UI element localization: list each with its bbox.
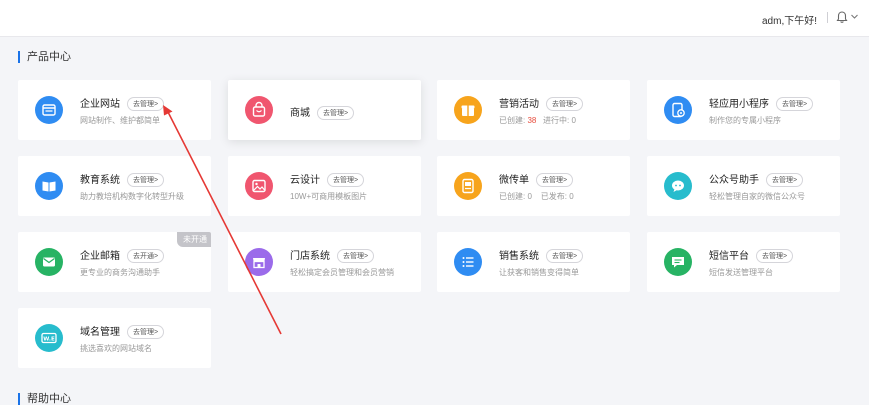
- manage-button[interactable]: 去管理>: [776, 97, 814, 111]
- wechat-icon: [664, 172, 692, 200]
- card-flyer[interactable]: 微传单 去管理> 已创建: 0 已发布: 0: [437, 156, 630, 216]
- manage-button[interactable]: 去管理>: [756, 249, 794, 263]
- website-icon: [35, 96, 63, 124]
- card-cloud-design[interactable]: 云设计 去管理> 10W+可商用模板图片: [228, 156, 421, 216]
- card-sms-platform[interactable]: 短信平台 去管理> 短信发送管理平台: [647, 232, 840, 292]
- card-title: 轻应用小程序: [709, 99, 769, 110]
- card-description: 已创建: 0 已发布: 0: [499, 192, 574, 201]
- chevron-down-icon[interactable]: [850, 12, 859, 21]
- card-title: 教育系统: [80, 175, 120, 186]
- card-description: 更专业的商务沟通助手: [80, 268, 160, 277]
- card-description: 短信发送管理平台: [709, 268, 773, 277]
- section-title-product-center: 产品中心: [18, 51, 71, 63]
- card-education[interactable]: 教育系统 去管理> 助力教培机构数字化转型升级: [18, 156, 211, 216]
- card-title: 短信平台: [709, 251, 749, 262]
- card-enterprise-mail[interactable]: 未开通 企业邮箱 去开通> 更专业的商务沟通助手: [18, 232, 211, 292]
- card-description: 制作您的专属小程序: [709, 116, 781, 125]
- card-title: 门店系统: [290, 251, 330, 262]
- manage-button[interactable]: 去管理>: [766, 173, 804, 187]
- domain-icon: W.E: [35, 324, 63, 352]
- card-wechat-assistant[interactable]: 公众号助手 去管理> 轻松管理自家的微信公众号: [647, 156, 840, 216]
- image-icon: [245, 172, 273, 200]
- card-description: 轻松搞定会员管理和会员营销: [290, 268, 394, 277]
- flyer-icon: [454, 172, 482, 200]
- manage-button[interactable]: 去管理>: [546, 249, 584, 263]
- manage-button[interactable]: 去管理>: [127, 325, 165, 339]
- section-title-help-center: 帮助中心: [18, 393, 71, 405]
- gift-icon: [454, 96, 482, 124]
- card-store-system[interactable]: 门店系统 去管理> 轻松搞定会员管理和会员营销: [228, 232, 421, 292]
- card-website[interactable]: 企业网站 去管理> 网站制作、维护都简单: [18, 80, 211, 140]
- card-title: 企业邮箱: [80, 251, 120, 262]
- topbar-divider: [827, 12, 828, 23]
- bell-icon[interactable]: [835, 10, 849, 24]
- card-description: 10W+可商用模板图片: [290, 192, 368, 201]
- card-description: 已创建: 38 进行中: 0: [499, 115, 576, 126]
- mini-program-icon: [664, 96, 692, 124]
- user-greeting[interactable]: adm,下午好!: [762, 12, 817, 27]
- manage-button[interactable]: 去管理>: [127, 97, 165, 111]
- manage-button[interactable]: 去管理>: [127, 173, 165, 187]
- card-title: 域名管理: [80, 327, 120, 338]
- card-description: 挑选喜欢的网站域名: [80, 344, 152, 353]
- card-title: 云设计: [290, 175, 320, 186]
- mail-icon: [35, 248, 63, 276]
- card-shop[interactable]: 商城 去管理>: [228, 80, 421, 140]
- sms-icon: [664, 248, 692, 276]
- top-bar: adm,下午好!: [0, 0, 869, 37]
- card-title: 营销活动: [499, 99, 539, 110]
- not-activated-badge: 未开通: [177, 232, 211, 247]
- manage-button[interactable]: 去管理>: [337, 249, 375, 263]
- store-icon: [245, 248, 273, 276]
- card-description: 网站制作、维护都简单: [80, 116, 160, 125]
- created-label: 已创建:: [499, 116, 526, 125]
- card-sales-system[interactable]: 销售系统 去管理> 让获客和销售变得简单: [437, 232, 630, 292]
- book-icon: [35, 172, 63, 200]
- list-icon: [454, 248, 482, 276]
- manage-button[interactable]: 去管理>: [536, 173, 574, 187]
- svg-text:W.E: W.E: [43, 336, 55, 342]
- manage-button[interactable]: 去管理>: [327, 173, 365, 187]
- shop-bag-icon: [245, 96, 273, 124]
- manage-button[interactable]: 去管理>: [317, 106, 355, 120]
- card-title: 微传单: [499, 175, 529, 186]
- card-marketing[interactable]: 营销活动 去管理> 已创建: 38 进行中: 0: [437, 80, 630, 140]
- card-domain-management[interactable]: W.E 域名管理 去管理> 挑选喜欢的网站域名: [18, 308, 211, 368]
- card-description: 让获客和销售变得简单: [499, 268, 579, 277]
- card-description: 助力教培机构数字化转型升级: [80, 192, 184, 201]
- card-title: 商城: [290, 108, 310, 119]
- ongoing-label: 进行中: 0: [543, 116, 576, 125]
- manage-button[interactable]: 去管理>: [546, 97, 584, 111]
- open-button[interactable]: 去开通>: [127, 249, 165, 263]
- card-title: 企业网站: [80, 99, 120, 110]
- created-count: 38: [527, 116, 537, 125]
- card-title: 公众号助手: [709, 175, 759, 186]
- card-mini-program[interactable]: 轻应用小程序 去管理> 制作您的专属小程序: [647, 80, 840, 140]
- card-description: 轻松管理自家的微信公众号: [709, 192, 805, 201]
- card-title: 销售系统: [499, 251, 539, 262]
